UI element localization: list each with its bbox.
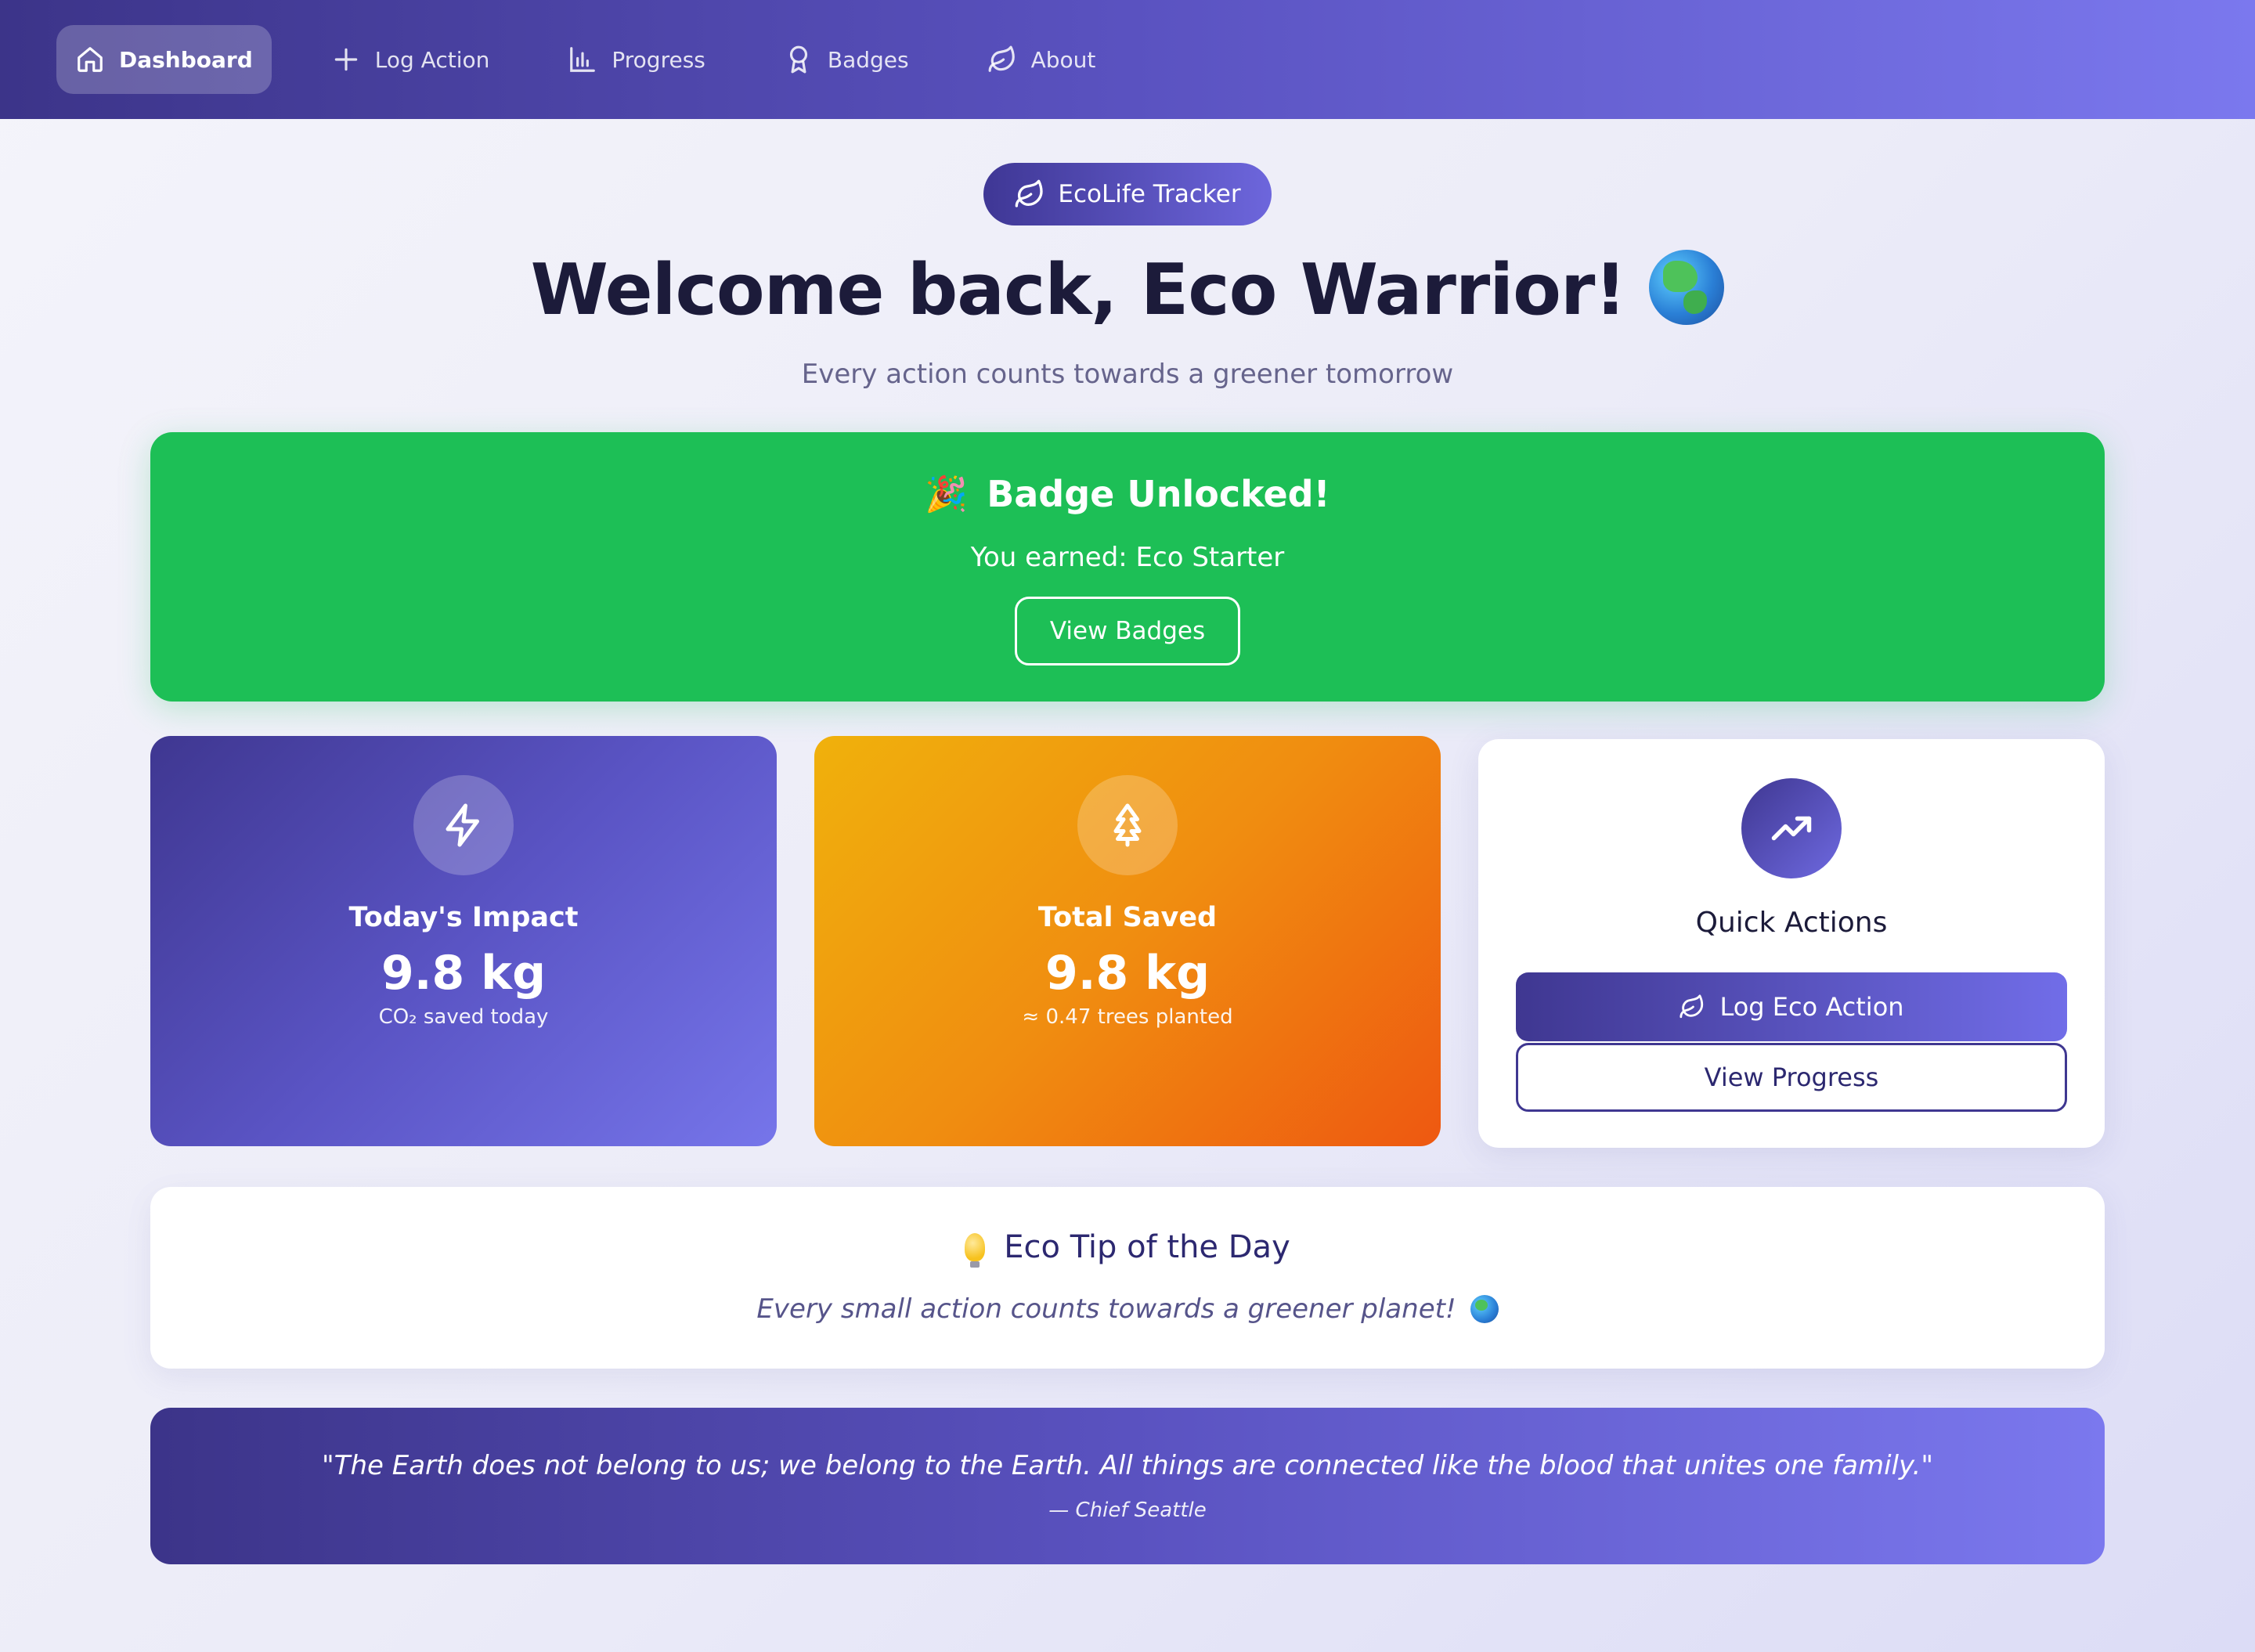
tree-icon	[1113, 803, 1142, 847]
tip-title: Eco Tip of the Day	[150, 1229, 2105, 1268]
home-icon	[78, 47, 103, 72]
saved-icon-circle	[1077, 775, 1178, 875]
nav-item-label: About	[1030, 46, 1096, 73]
tip-text: Every small action counts towards a gree…	[150, 1293, 2105, 1325]
nav-item-badges[interactable]: Badges	[765, 25, 928, 94]
nav-item-label: Progress	[612, 46, 705, 73]
leaf-icon	[1680, 994, 1704, 1019]
plus-icon	[334, 48, 358, 71]
brand-name: EcoLife Tracker	[1058, 180, 1241, 208]
card-title: Today's Impact	[348, 902, 579, 933]
award-icon	[789, 45, 807, 74]
page-subtitle: Every action counts towards a greener to…	[801, 359, 1454, 390]
banner-title: 🎉 Badge Unlocked!	[150, 473, 2105, 515]
card-value: 9.8 kg	[381, 946, 547, 1001]
todays-impact-card: Today's Impact 9.8 kg CO₂ saved today	[150, 736, 777, 1146]
top-navigation: Dashboard Log Action Progress Badges Abo…	[0, 0, 2255, 119]
card-title: Quick Actions	[1695, 907, 1888, 939]
brand-pill: EcoLife Tracker	[983, 163, 1272, 225]
leaf-icon	[1016, 179, 1044, 207]
trending-up-icon	[1771, 816, 1812, 841]
page-title-text: Welcome back, Eco Warrior!	[530, 249, 1627, 331]
card-note: CO₂ saved today	[378, 1005, 549, 1029]
globe-icon	[1649, 250, 1725, 325]
button-label: View Progress	[1704, 1062, 1879, 1092]
quick-icon-circle	[1741, 778, 1842, 878]
badge-unlocked-banner: 🎉 Badge Unlocked! You earned: Eco Starte…	[150, 432, 2105, 702]
nav-item-label: Badges	[827, 46, 909, 73]
quick-actions-card: Quick Actions Log Eco Action View Progre…	[1478, 739, 2105, 1148]
card-note: ≈ 0.47 trees planted	[1022, 1005, 1233, 1029]
quote-card: "The Earth does not belong to us; we bel…	[150, 1408, 2105, 1564]
page-title: Welcome back, Eco Warrior!	[0, 249, 2255, 331]
tip-title-text: Eco Tip of the Day	[1004, 1229, 1290, 1265]
party-popper-icon: 🎉	[925, 474, 969, 514]
lightning-icon	[446, 803, 479, 847]
nav-item-progress[interactable]: Progress	[549, 25, 724, 94]
eco-tip-card: Eco Tip of the Day Every small action co…	[150, 1187, 2105, 1369]
nav-item-label: Log Action	[374, 46, 490, 73]
button-label: Log Eco Action	[1719, 992, 1904, 1022]
view-progress-button[interactable]: View Progress	[1516, 1043, 2067, 1112]
nav-item-log-action[interactable]: Log Action	[312, 25, 509, 94]
leaf-icon	[988, 45, 1015, 72]
banner-message: You earned: Eco Starter	[970, 542, 1285, 573]
quote-author: — Chief Seattle	[1048, 1499, 1207, 1522]
nav-item-dashboard[interactable]: Dashboard	[56, 25, 272, 94]
quote-text: "The Earth does not belong to us; we bel…	[322, 1450, 1933, 1481]
card-value: 9.8 kg	[1045, 946, 1210, 1001]
log-eco-action-button[interactable]: Log Eco Action	[1516, 972, 2067, 1041]
bar-chart-icon	[570, 47, 596, 72]
card-title: Total Saved	[1037, 902, 1218, 933]
banner-title-text: Badge Unlocked!	[987, 473, 1330, 515]
globe-icon	[1470, 1295, 1499, 1323]
lightbulb-icon	[965, 1233, 986, 1268]
tip-text-content: Every small action counts towards a gree…	[756, 1293, 1456, 1325]
total-saved-card: Total Saved 9.8 kg ≈ 0.47 trees planted	[814, 736, 1441, 1146]
impact-icon-circle	[413, 775, 514, 875]
nav-item-about[interactable]: About	[969, 25, 1115, 94]
nav-item-label: Dashboard	[119, 46, 253, 73]
view-badges-button[interactable]: View Badges	[1015, 597, 1240, 665]
